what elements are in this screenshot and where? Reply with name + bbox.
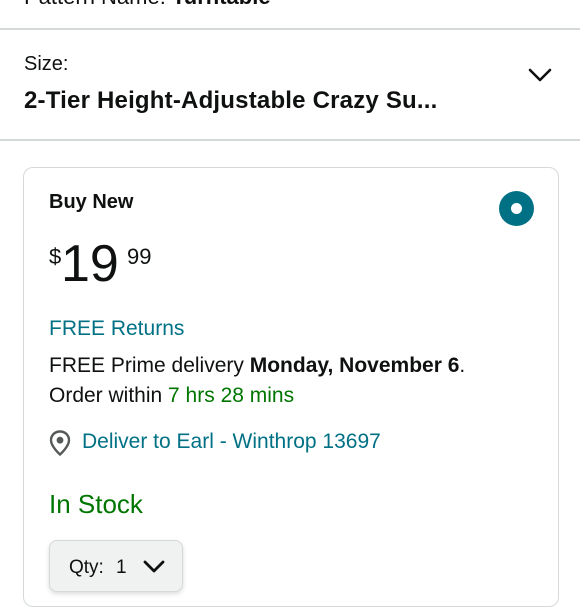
delivery-date: Monday, November 6 xyxy=(249,354,460,377)
buy-new-title: Buy New xyxy=(49,191,134,213)
qty-value: 1 xyxy=(116,557,127,578)
pattern-name-label: Pattern Name: xyxy=(24,0,166,9)
chevron-down-icon xyxy=(143,560,165,573)
location-text: Deliver to Earl - Winthrop 13697 xyxy=(82,430,381,453)
quantity-dropdown[interactable]: Qty: 1 xyxy=(49,540,183,592)
qty-label: Qty: xyxy=(69,557,104,578)
pattern-name-value: Turntable xyxy=(172,0,271,9)
divider xyxy=(0,28,580,30)
buy-new-offer-card[interactable]: Buy New $ 19 99 FREE Returns FREE Prime … xyxy=(23,167,559,607)
offer-radio-button[interactable] xyxy=(499,191,534,226)
size-selector[interactable]: Size: 2-Tier Height-Adjustable Crazy Su.… xyxy=(0,31,580,139)
price-symbol: $ xyxy=(49,244,62,269)
price-whole: 19 xyxy=(61,235,119,293)
free-returns-link[interactable]: FREE Returns xyxy=(49,317,184,341)
divider xyxy=(0,139,580,141)
size-label: Size: xyxy=(24,53,69,75)
order-prefix: Order within xyxy=(49,384,169,407)
size-value: 2-Tier Height-Adjustable Crazy Su... xyxy=(24,87,438,114)
pattern-name-row: Pattern Name: Turntable xyxy=(0,0,580,30)
delivery-prefix: FREE Prime delivery xyxy=(49,354,250,377)
price-fraction: 99 xyxy=(127,244,152,269)
location-pin-icon xyxy=(49,430,71,456)
delivery-info: FREE Prime delivery Monday, November 6. … xyxy=(49,351,465,411)
stock-status: In Stock xyxy=(49,489,143,519)
chevron-down-icon[interactable] xyxy=(528,65,552,85)
order-countdown: 7 hrs 28 mins xyxy=(168,384,295,407)
delivery-suffix: . xyxy=(459,354,466,377)
